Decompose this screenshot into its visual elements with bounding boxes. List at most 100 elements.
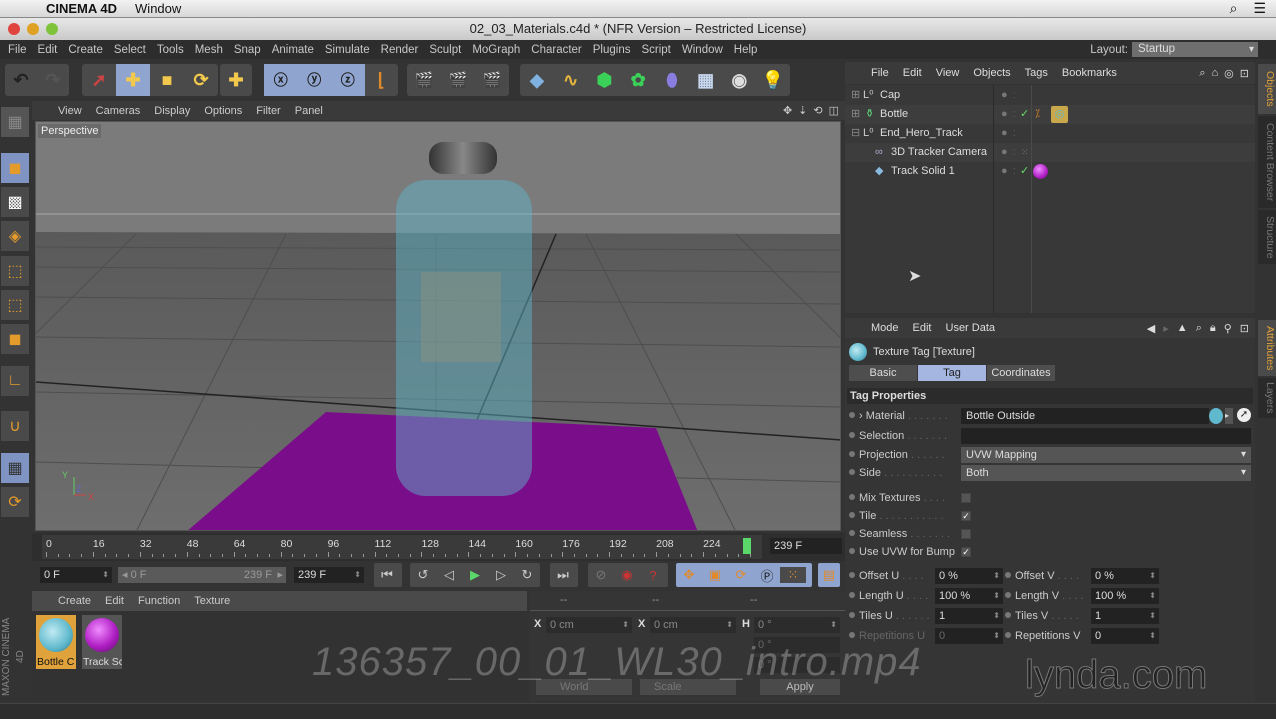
key-scale-icon[interactable]: ▣ bbox=[702, 567, 728, 583]
toggle-view-icon[interactable]: ◫ bbox=[829, 104, 839, 117]
attributes-menu-edit[interactable]: Edit bbox=[913, 322, 932, 334]
material-swatch-bottle[interactable]: Bottle C bbox=[36, 615, 76, 669]
points-mode-icon[interactable]: ⬚ bbox=[1, 256, 29, 286]
tiles-u-field[interactable]: 1 ⬍ bbox=[935, 608, 1003, 624]
coordinate-system-icon[interactable]: ⌊ bbox=[365, 64, 399, 96]
side-tab-objects[interactable]: Objects bbox=[1258, 64, 1276, 114]
render-dots-icon[interactable]: ⁚ bbox=[1013, 105, 1016, 124]
close-window-button[interactable] bbox=[8, 23, 20, 35]
objects-menu-tags[interactable]: Tags bbox=[1025, 67, 1048, 79]
viewport-menu-display[interactable]: Display bbox=[154, 105, 190, 117]
axis-mode-icon[interactable]: ∟ bbox=[1, 366, 29, 396]
menu-render[interactable]: Render bbox=[381, 44, 419, 56]
objects-menu-view[interactable]: View bbox=[936, 67, 960, 79]
tile-checkbox[interactable]: ✓ bbox=[961, 511, 971, 521]
menu-window[interactable]: Window bbox=[682, 44, 723, 56]
cube-icon[interactable]: ◆ bbox=[520, 64, 554, 96]
objects-menu-bookmarks[interactable]: Bookmarks bbox=[1062, 67, 1117, 79]
floor-icon[interactable]: ▦ bbox=[689, 64, 723, 96]
visibility-dot-icon[interactable]: ● bbox=[1001, 124, 1008, 143]
new-window-icon[interactable]: ⊡ bbox=[1240, 67, 1249, 80]
timeline-window-icon[interactable]: ▤ bbox=[818, 567, 840, 583]
lock-icon[interactable]: 🔒︎ bbox=[1210, 322, 1216, 335]
key-parameter-icon[interactable]: Ⓟ bbox=[754, 566, 780, 585]
enabled-check-icon[interactable]: ✓ bbox=[1020, 162, 1029, 181]
spotlight-search-icon[interactable]: ⌕ bbox=[1230, 0, 1238, 17]
pan-view-icon[interactable]: ✥ bbox=[783, 104, 792, 117]
workplane-icon[interactable]: ▦ bbox=[1, 453, 29, 483]
locked-workplane-icon[interactable]: ⟳ bbox=[1, 487, 29, 517]
prev-frame-icon[interactable]: ◁ bbox=[436, 567, 462, 583]
objects-menu-objects[interactable]: Objects bbox=[973, 67, 1010, 79]
object-row-cap[interactable]: ⊞ L⁰ Cap ● ⁚ bbox=[845, 86, 1255, 105]
z-axis-icon[interactable]: ⓩ bbox=[331, 64, 365, 96]
light-icon[interactable]: 💡 bbox=[756, 64, 790, 96]
play-icon[interactable]: ▶ bbox=[462, 567, 488, 583]
key-rotation-icon[interactable]: ⟳ bbox=[728, 567, 754, 583]
forward-arrow-icon[interactable]: ▸ bbox=[1163, 322, 1169, 335]
seamless-checkbox[interactable] bbox=[961, 529, 971, 539]
subdivision-icon[interactable]: ⬢ bbox=[588, 64, 622, 96]
dolly-view-icon[interactable]: ⇣ bbox=[798, 104, 807, 117]
material-tag-icon[interactable] bbox=[1033, 164, 1048, 179]
pick-object-icon[interactable]: ➚ bbox=[1237, 408, 1251, 422]
material-menu-function[interactable]: Function bbox=[138, 595, 180, 607]
select-icon[interactable]: ➚ bbox=[82, 64, 116, 96]
y-axis-icon[interactable]: ⓨ bbox=[297, 64, 331, 96]
material-menu-create[interactable]: Create bbox=[58, 595, 91, 607]
zoom-window-button[interactable] bbox=[46, 23, 58, 35]
menu-script[interactable]: Script bbox=[641, 44, 670, 56]
record-active-icon[interactable]: ⊘ bbox=[588, 567, 614, 583]
mograph-icon[interactable]: ✿ bbox=[621, 64, 655, 96]
notification-list-icon[interactable]: ☰ bbox=[1253, 0, 1266, 17]
layout-dropdown[interactable]: Startup bbox=[1132, 42, 1258, 57]
objects-menu-edit[interactable]: Edit bbox=[903, 67, 922, 79]
render-dots-icon[interactable]: ⁚ bbox=[1013, 124, 1016, 143]
object-row-tracker-camera[interactable]: ∞ 3D Tracker Camera ● ⁚ ⁙ bbox=[845, 143, 1255, 162]
current-frame-field[interactable]: 239 F bbox=[770, 538, 842, 554]
expand-icon[interactable]: ⊞ bbox=[851, 105, 860, 124]
coord-rot-h-field[interactable]: 0 ° ⬍ bbox=[754, 617, 840, 633]
texture-tag-icon[interactable]: ◎ bbox=[1051, 106, 1068, 123]
redo-icon[interactable]: ↷ bbox=[37, 64, 69, 96]
viewport-camera-label[interactable]: Perspective bbox=[38, 124, 102, 138]
offset-u-field[interactable]: 0 % ⬍ bbox=[935, 568, 1003, 584]
texture-mode-icon[interactable]: ▩ bbox=[1, 187, 29, 217]
menu-mograph[interactable]: MoGraph bbox=[472, 44, 520, 56]
camera-icon[interactable]: ◉ bbox=[723, 64, 757, 96]
search-icon[interactable]: ⌕ bbox=[1199, 67, 1205, 80]
start-frame-field[interactable]: 0 F ⬍ bbox=[40, 567, 112, 583]
menu-snap[interactable]: Snap bbox=[234, 44, 261, 56]
up-arrow-icon[interactable]: ▲ bbox=[1177, 322, 1188, 335]
spline-icon[interactable]: ∿ bbox=[554, 64, 588, 96]
undo-icon[interactable]: ↶ bbox=[5, 64, 37, 96]
repetitions-u-field[interactable]: 0 ⬍ bbox=[935, 628, 1003, 644]
render-view-icon[interactable]: 🎬 bbox=[407, 64, 441, 96]
visibility-dot-icon[interactable]: ● bbox=[1001, 162, 1008, 181]
side-dropdown[interactable]: Both bbox=[961, 465, 1251, 481]
tab-coordinates[interactable]: Coordinates bbox=[987, 365, 1055, 381]
viewport-menu-cameras[interactable]: Cameras bbox=[96, 105, 141, 117]
phong-tag-icon[interactable]: ⁒ bbox=[1035, 105, 1040, 124]
object-row-bottle[interactable]: ⊞ ⚱ Bottle ● ⁚ ✓ ⁒ ◎ bbox=[845, 105, 1255, 124]
x-axis-icon[interactable]: ⓧ bbox=[264, 64, 298, 96]
coord-pos-x-field[interactable]: 0 cm ⬍ bbox=[546, 617, 632, 633]
render-dots-icon[interactable]: ⁚ bbox=[1013, 143, 1016, 162]
search-icon[interactable]: ⌕ bbox=[1196, 322, 1202, 335]
material-menu-edit[interactable]: Edit bbox=[105, 595, 124, 607]
edges-mode-icon[interactable]: ⬚ bbox=[1, 290, 29, 320]
visibility-dot-icon[interactable]: ● bbox=[1001, 143, 1008, 162]
polygons-mode-icon[interactable]: ◼ bbox=[1, 324, 29, 354]
material-link-field[interactable]: Bottle Outside bbox=[961, 408, 1209, 424]
render-picture-viewer-icon[interactable]: 🎬 bbox=[441, 64, 475, 96]
enabled-check-icon[interactable]: ✓ bbox=[1020, 105, 1029, 124]
rotate-view-icon[interactable]: ⟲ bbox=[813, 104, 822, 117]
visibility-dot-icon[interactable]: ● bbox=[1001, 86, 1008, 105]
keyframe-selection-icon[interactable]: ? bbox=[640, 568, 666, 583]
goto-end-icon[interactable]: ⏭ bbox=[550, 567, 576, 583]
prev-key-icon[interactable]: ↺ bbox=[410, 567, 436, 583]
add-icon[interactable]: ✚ bbox=[220, 64, 252, 96]
menu-sculpt[interactable]: Sculpt bbox=[429, 44, 461, 56]
3d-viewport[interactable]: Y Z X Perspective bbox=[35, 121, 841, 531]
autokey-icon[interactable]: ◉ bbox=[614, 567, 640, 583]
